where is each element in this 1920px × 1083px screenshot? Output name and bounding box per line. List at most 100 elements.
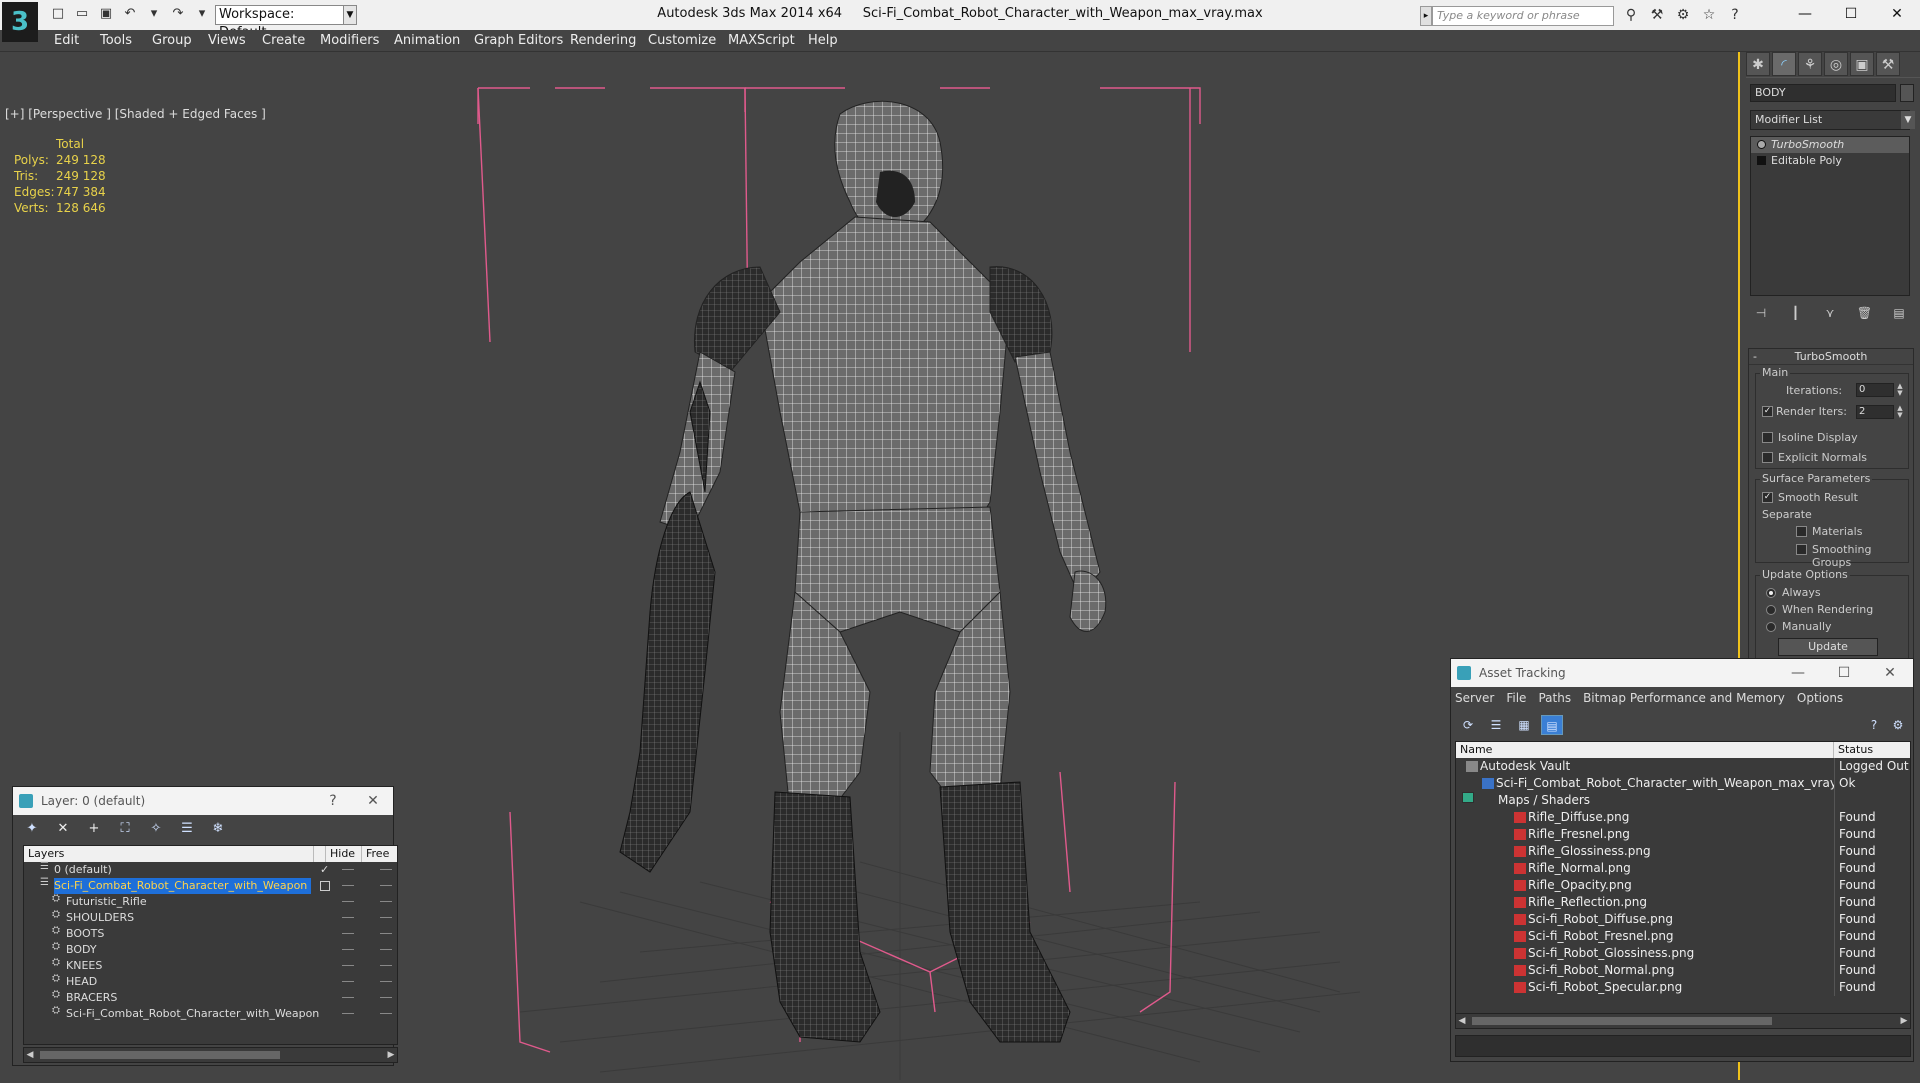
object-name-field[interactable]: BODY: [1750, 84, 1896, 102]
dropdown-arrow-icon[interactable]: ▼: [1901, 111, 1915, 129]
hide-toggle[interactable]: [342, 933, 354, 934]
select-objects-icon[interactable]: ⛶: [114, 819, 136, 839]
thumbnail-view-icon[interactable]: ▦: [1513, 715, 1535, 735]
smoothing-groups-checkbox[interactable]: [1796, 544, 1807, 555]
subscription-icon[interactable]: ⚒: [1648, 6, 1666, 24]
freeze-toggle[interactable]: [380, 885, 392, 886]
minimize-button[interactable]: —: [1782, 0, 1828, 28]
undo-icon[interactable]: ↶: [120, 4, 140, 24]
workspace-dropdown-arrow[interactable]: ▼: [343, 5, 357, 25]
hide-toggle[interactable]: [342, 965, 354, 966]
expand-icon[interactable]: [1757, 156, 1766, 165]
motion-tab-icon[interactable]: ◎: [1824, 52, 1848, 76]
close-button[interactable]: ✕: [1874, 0, 1920, 28]
spinner-arrows-icon[interactable]: ▲ ▼: [1895, 405, 1905, 419]
freeze-toggle[interactable]: [380, 1013, 392, 1014]
freeze-toggle[interactable]: [380, 965, 392, 966]
modifier-stack[interactable]: TurboSmooth Editable Poly: [1750, 136, 1910, 296]
maximize-button[interactable]: ☐: [1828, 0, 1874, 28]
menu-options[interactable]: Options: [1797, 691, 1843, 705]
hide-toggle[interactable]: [342, 901, 354, 902]
minimize-button[interactable]: —: [1775, 659, 1821, 687]
spinner-arrows-icon[interactable]: ▲ ▼: [1895, 383, 1905, 397]
freeze-toggle[interactable]: [380, 949, 392, 950]
asset-row[interactable]: Rifle_Opacity.png Found: [1456, 877, 1910, 894]
render-iters-checkbox[interactable]: ✓: [1762, 406, 1773, 417]
col-name[interactable]: Name: [1456, 742, 1834, 758]
layer-list[interactable]: Layers Hide Free ☰ 0 (default) ✓ ☰ Sci-Fi_Co…: [23, 845, 398, 1045]
favorites-star-icon[interactable]: ☆: [1700, 6, 1718, 24]
modifier-list-dropdown[interactable]: Modifier List ▼: [1750, 110, 1915, 130]
layer-horizontal-scrollbar[interactable]: ◀ ▶: [23, 1047, 398, 1063]
menu-create[interactable]: Create: [262, 33, 305, 48]
menu-rendering[interactable]: Rendering: [570, 33, 636, 48]
highlight-layer-icon[interactable]: ✧: [145, 819, 167, 839]
asset-row[interactable]: Sci-fi_Robot_Glossiness.png Found: [1456, 945, 1910, 962]
utilities-tab-icon[interactable]: ⚒: [1876, 52, 1900, 76]
hide-toggle[interactable]: [342, 997, 354, 998]
asset-horizontal-scrollbar[interactable]: ◀ ▶: [1455, 1013, 1911, 1029]
asset-row[interactable]: Autodesk Vault Logged Out: [1456, 758, 1910, 775]
scroll-left-icon[interactable]: ◀: [1456, 1014, 1468, 1028]
help-icon[interactable]: ?: [1865, 715, 1883, 735]
lightbulb-icon[interactable]: [1757, 140, 1766, 149]
scroll-right-icon[interactable]: ▶: [1898, 1014, 1910, 1028]
freeze-all-icon[interactable]: ❄: [207, 819, 229, 839]
asset-row[interactable]: Sci-fi_Robot_Specular.png Found: [1456, 979, 1910, 996]
asset-row[interactable]: Sci-fi_Robot_Diffuse.png Found: [1456, 911, 1910, 928]
scroll-right-icon[interactable]: ▶: [385, 1048, 397, 1062]
layer-row[interactable]: ⛭ HEAD: [24, 974, 397, 990]
menu-animation[interactable]: Animation: [394, 33, 460, 48]
search-input[interactable]: Type a keyword or phrase: [1432, 6, 1614, 26]
help-button[interactable]: ?: [313, 787, 353, 815]
add-selection-icon[interactable]: +: [83, 819, 105, 839]
asset-row[interactable]: Sci-Fi_Combat_Robot_Character_with_Weapo…: [1456, 775, 1910, 792]
asset-row[interactable]: Sci-fi_Robot_Fresnel.png Found: [1456, 928, 1910, 945]
settings-icon[interactable]: ⚙: [1889, 715, 1907, 735]
layer-row[interactable]: ⛭ BOOTS: [24, 926, 397, 942]
layer-panel-titlebar[interactable]: Layer: 0 (default) ? ✕: [13, 787, 393, 815]
menu-views[interactable]: Views: [208, 33, 246, 48]
workspace-dropdown[interactable]: Workspace: Default: [215, 5, 345, 40]
hide-all-icon[interactable]: ☰: [176, 819, 198, 839]
layer-row[interactable]: ☰ 0 (default) ✓: [24, 862, 397, 878]
menu-group[interactable]: Group: [152, 33, 192, 48]
always-radio[interactable]: [1766, 588, 1776, 598]
binoculars-icon[interactable]: ⚲: [1622, 6, 1640, 24]
freeze-toggle[interactable]: [380, 933, 392, 934]
stack-item-editable-poly[interactable]: Editable Poly: [1751, 153, 1909, 169]
freeze-toggle[interactable]: [380, 981, 392, 982]
materials-checkbox[interactable]: [1796, 526, 1807, 537]
iterations-spinner[interactable]: 0: [1856, 383, 1894, 397]
app-logo[interactable]: 3: [2, 2, 38, 42]
robot-model[interactable]: [619, 100, 1107, 1043]
hide-toggle[interactable]: [342, 869, 354, 870]
set-current-layer-box[interactable]: [320, 881, 330, 891]
render-iters-spinner[interactable]: 2: [1856, 405, 1894, 419]
help-icon[interactable]: ?: [1726, 6, 1744, 24]
asset-row[interactable]: Rifle_Diffuse.png Found: [1456, 809, 1910, 826]
display-tab-icon[interactable]: ▣: [1850, 52, 1874, 76]
freeze-toggle[interactable]: [380, 869, 392, 870]
menu-graph-editors[interactable]: Graph Editors: [474, 33, 563, 48]
update-button[interactable]: Update: [1778, 638, 1878, 656]
layer-row[interactable]: ⛭ Futuristic_Rifle: [24, 894, 397, 910]
asset-row[interactable]: Rifle_Glossiness.png Found: [1456, 843, 1910, 860]
col-freeze[interactable]: Free: [362, 846, 397, 862]
redo-icon[interactable]: ↷: [168, 4, 188, 24]
layer-row[interactable]: ⛭ BODY: [24, 942, 397, 958]
new-layer-icon[interactable]: ✦: [21, 819, 43, 839]
layer-row[interactable]: ⛭ KNEES: [24, 958, 397, 974]
hide-toggle[interactable]: [342, 885, 354, 886]
menu-tools[interactable]: Tools: [100, 33, 132, 48]
open-file-icon[interactable]: ▭: [72, 4, 92, 24]
stack-item-turbosmooth[interactable]: TurboSmooth: [1751, 137, 1909, 153]
freeze-toggle[interactable]: [380, 917, 392, 918]
asset-panel-titlebar[interactable]: Asset Tracking — ☐ ✕: [1451, 659, 1913, 687]
asset-row[interactable]: Sci-fi_Robot_Normal.png Found: [1456, 962, 1910, 979]
scroll-thumb[interactable]: [1472, 1017, 1772, 1025]
smooth-result-checkbox[interactable]: ✓: [1762, 492, 1773, 503]
hide-toggle[interactable]: [342, 981, 354, 982]
show-end-result-icon[interactable]: ┃: [1785, 304, 1807, 322]
layer-row[interactable]: ⛭ BRACERS: [24, 990, 397, 1006]
